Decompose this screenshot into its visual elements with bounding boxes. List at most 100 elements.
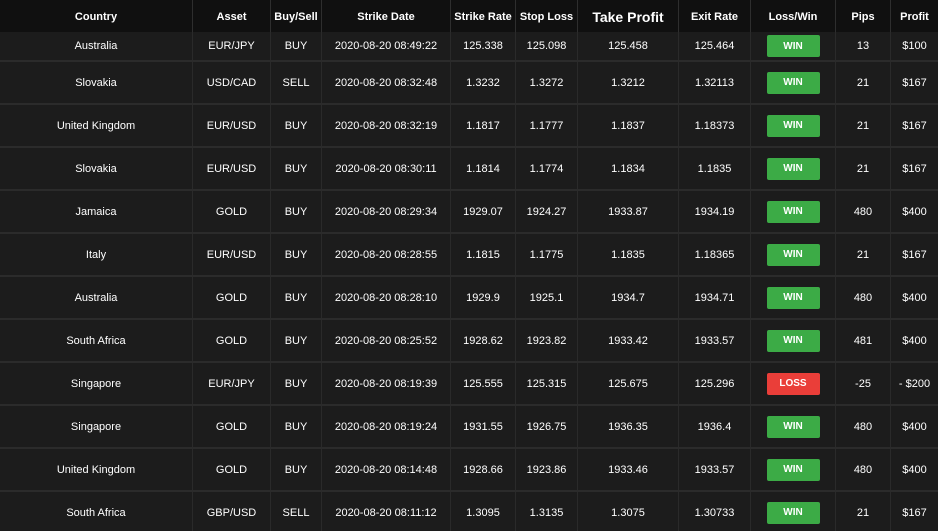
table-header: Country Asset Buy/Sell Strike Date Strik… [0,0,938,33]
header-strike-date[interactable]: Strike Date [322,0,451,32]
profit-cell: $400 [902,205,927,218]
header-country[interactable]: Country [0,0,193,32]
win-badge: WIN [766,243,820,266]
side-cell: BUY [271,191,322,232]
profit-cell: $167 [902,119,927,132]
country-cell: Italy [0,234,193,275]
strike-date-cell: 2020-08-20 08:19:39 [322,363,451,404]
header-strike-rate[interactable]: Strike Rate [451,0,516,32]
asset-cell: EUR/JPY [193,32,271,60]
win-badge: WIN [766,458,820,481]
exit-rate-cell: 1933.57 [679,449,751,490]
exit-rate-cell: 1.32113 [679,62,751,103]
table-row: Jamaica GOLD BUY 2020-08-20 08:29:34 1929.07… [0,191,938,234]
strike-rate-cell: 1929.07 [451,191,516,232]
header-asset[interactable]: Asset [193,0,271,32]
result-cell: WIN [751,191,836,232]
header-buy-sell[interactable]: Buy/Sell [271,0,322,32]
stop-loss-cell: 1926.75 [516,406,578,447]
country-cell: United Kingdom [0,105,193,146]
result-cell: LOSS [751,363,836,404]
trades-table: Country Asset Buy/Sell Strike Date Strik… [0,0,938,531]
win-badge: WIN [766,501,820,524]
table-body: Australia EUR/JPY BUY 2020-08-20 08:49:22 12… [0,32,938,531]
pips-cell: 21 [836,62,891,103]
profit-cell: $400 [902,334,927,347]
strike-date-cell: 2020-08-20 08:29:34 [322,191,451,232]
take-profit-cell: 1.3212 [578,62,679,103]
asset-cell: GOLD [193,449,271,490]
exit-rate-cell: 1934.19 [679,191,751,232]
take-profit-cell: 125.675 [578,363,679,404]
header-stop-loss[interactable]: Stop Loss [516,0,578,32]
side-cell: SELL [271,492,322,531]
strike-rate-cell: 125.338 [451,32,516,60]
result-cell: WIN [751,148,836,189]
country-cell: Australia [0,277,193,318]
header-pips[interactable]: Pips [836,0,891,32]
stop-loss-cell: 1.1775 [516,234,578,275]
strike-rate-cell: 1.3232 [451,62,516,103]
header-loss-win[interactable]: Loss/Win [751,0,836,32]
asset-cell: EUR/JPY [193,363,271,404]
pips-cell: 481 [836,320,891,361]
pips-cell: 480 [836,449,891,490]
exit-rate-cell: 125.464 [679,32,751,60]
result-cell: WIN [751,492,836,531]
strike-rate-cell: 1929.9 [451,277,516,318]
result-cell: WIN [751,234,836,275]
exit-rate-cell: 1.18373 [679,105,751,146]
strike-date-cell: 2020-08-20 08:28:55 [322,234,451,275]
strike-rate-cell: 1.1814 [451,148,516,189]
exit-rate-cell: 125.296 [679,363,751,404]
stop-loss-cell: 1.1777 [516,105,578,146]
strike-rate-cell: 125.555 [451,363,516,404]
side-cell: BUY [271,32,322,60]
profit-cell: $400 [902,291,927,304]
exit-rate-cell: 1936.4 [679,406,751,447]
pips-cell: 21 [836,105,891,146]
strike-date-cell: 2020-08-20 08:25:52 [322,320,451,361]
strike-date-cell: 2020-08-20 08:49:22 [322,32,451,60]
stop-loss-cell: 1.3272 [516,62,578,103]
asset-cell: GOLD [193,277,271,318]
exit-rate-cell: 1.18365 [679,234,751,275]
exit-rate-cell: 1.30733 [679,492,751,531]
result-cell: WIN [751,105,836,146]
result-cell: WIN [751,277,836,318]
header-exit-rate[interactable]: Exit Rate [679,0,751,32]
header-profit[interactable]: Profit [891,0,938,32]
strike-date-cell: 2020-08-20 08:32:48 [322,62,451,103]
strike-rate-cell: 1.1815 [451,234,516,275]
result-cell: WIN [751,62,836,103]
header-take-profit[interactable]: Take Profit [578,0,679,32]
side-cell: BUY [271,406,322,447]
country-cell: Australia [0,32,193,60]
strike-date-cell: 2020-08-20 08:14:48 [322,449,451,490]
stop-loss-cell: 1.1774 [516,148,578,189]
asset-cell: GOLD [193,191,271,232]
table-row: Singapore GOLD BUY 2020-08-20 08:19:24 1931.… [0,406,938,449]
pips-cell: 480 [836,191,891,232]
win-badge: WIN [766,157,820,180]
asset-cell: GOLD [193,406,271,447]
stop-loss-cell: 125.315 [516,363,578,404]
country-cell: Jamaica [0,191,193,232]
pips-cell: 13 [836,32,891,60]
take-profit-cell: 1.1835 [578,234,679,275]
side-cell: BUY [271,449,322,490]
country-cell: Slovakia [0,148,193,189]
strike-date-cell: 2020-08-20 08:11:12 [322,492,451,531]
stop-loss-cell: 1925.1 [516,277,578,318]
take-profit-cell: 1933.46 [578,449,679,490]
side-cell: BUY [271,148,322,189]
side-cell: BUY [271,105,322,146]
win-badge: WIN [766,329,820,352]
take-profit-cell: 1936.35 [578,406,679,447]
side-cell: BUY [271,277,322,318]
result-cell: WIN [751,320,836,361]
country-cell: Slovakia [0,62,193,103]
asset-cell: EUR/USD [193,148,271,189]
stop-loss-cell: 1924.27 [516,191,578,232]
asset-cell: USD/CAD [193,62,271,103]
